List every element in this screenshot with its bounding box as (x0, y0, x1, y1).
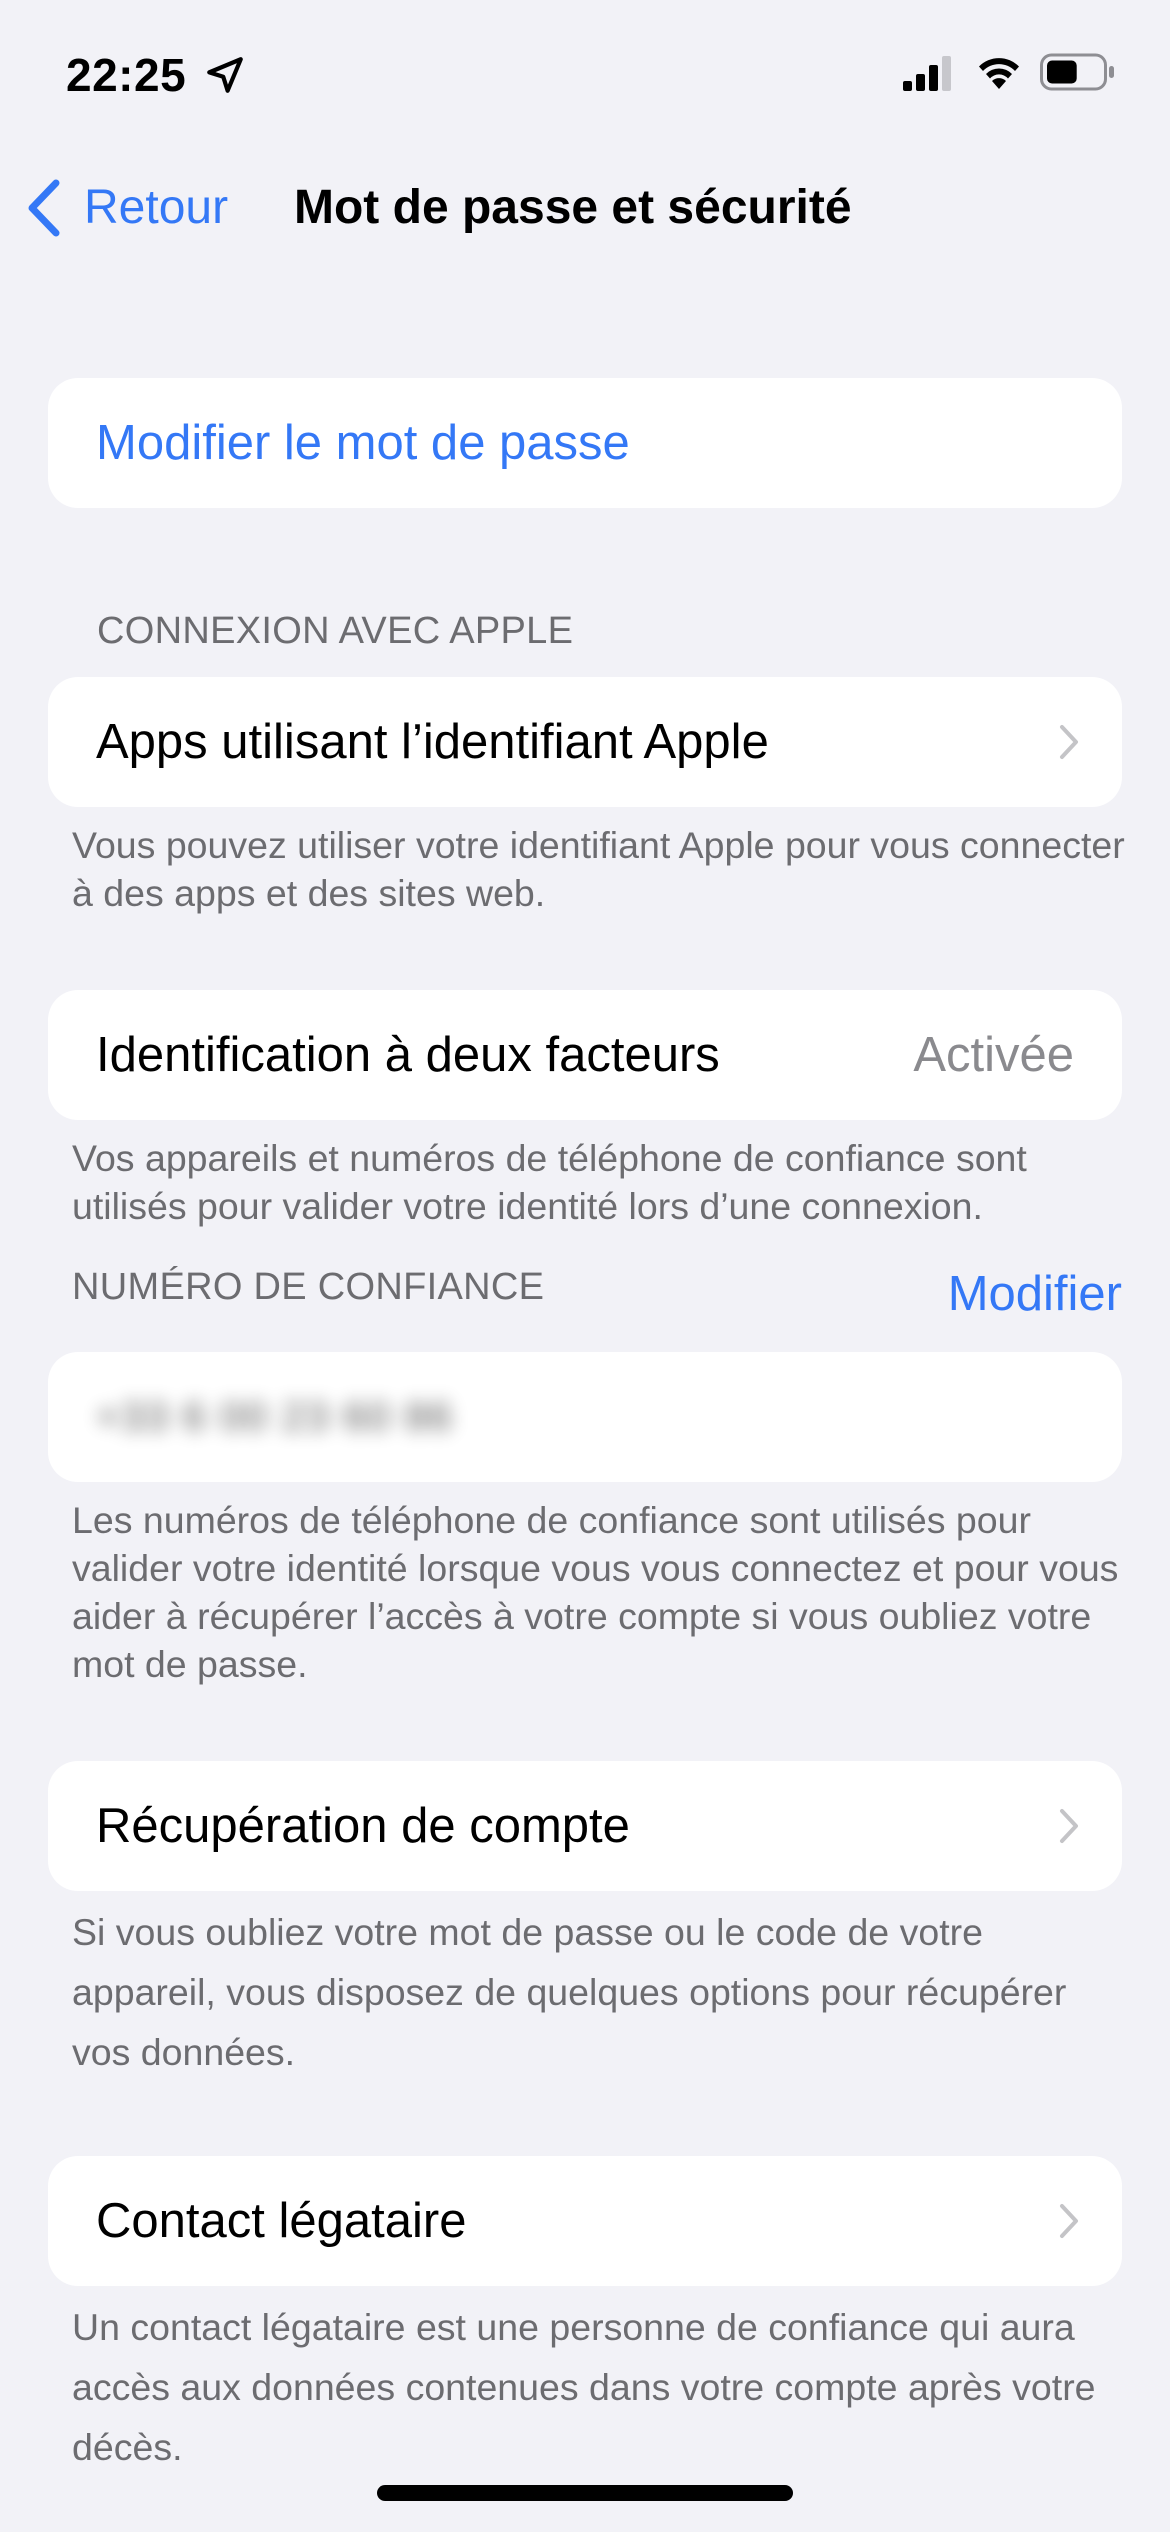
change-password-button[interactable]: Modifier le mot de passe (48, 378, 1122, 508)
account-recovery-label: Récupération de compte (96, 1799, 630, 1853)
page-title: Mot de passe et sécurité (294, 181, 852, 234)
signal-icon (903, 56, 951, 91)
change-password-label: Modifier le mot de passe (96, 416, 630, 470)
section-header-sign-in-with-apple: CONNEXION AVEC APPLE (97, 610, 574, 652)
legacy-contact-label: Contact légataire (96, 2194, 467, 2248)
back-button[interactable]: Retour (24, 168, 228, 248)
home-indicator[interactable] (377, 2485, 793, 2501)
chevron-left-icon (28, 179, 60, 237)
trusted-number-row[interactable]: +33 6 00 23 60 86 (48, 1352, 1122, 1482)
chevron-right-icon (1060, 725, 1078, 759)
chevron-right-icon (1060, 1809, 1078, 1843)
legacy-contact-row[interactable]: Contact légataire (48, 2156, 1122, 2286)
back-label: Retour (84, 181, 229, 234)
edit-trusted-number-button[interactable]: Modifier (948, 1262, 1122, 1326)
account-recovery-row[interactable]: Récupération de compte (48, 1761, 1122, 1891)
status-time: 22:25 (66, 49, 187, 101)
wifi-icon (979, 58, 1019, 89)
trusted-phone-number: +33 6 00 23 60 86 (96, 1394, 454, 1439)
two-factor-footer: Vos appareils et numéros de téléphone de… (72, 1137, 1027, 1227)
location-arrow-icon (207, 57, 243, 93)
apps-using-apple-id-row[interactable]: Apps utilisant l’identifiant Apple (48, 677, 1122, 807)
trusted-number-footer: Les numéros de téléphone de confiance so… (72, 1499, 1119, 1685)
legacy-contact-footer: Un contact légataire est une personne de… (72, 2306, 1096, 2468)
apps-using-apple-id-label: Apps utilisant l’identifiant Apple (96, 715, 769, 769)
sign-in-with-apple-footer: Vous pouvez utiliser votre identifiant A… (72, 824, 1125, 914)
chevron-right-icon (1060, 2204, 1078, 2238)
two-factor-label: Identification à deux facteurs (96, 1028, 720, 1082)
two-factor-row[interactable]: Identification à deux facteurs Activée (48, 990, 1122, 1120)
two-factor-status: Activée (913, 1028, 1074, 1082)
section-header-trusted-number: NUMÉRO DE CONFIANCE (72, 1266, 545, 1308)
battery-icon (1040, 53, 1114, 91)
account-recovery-footer: Si vous oubliez votre mot de passe ou le… (72, 1911, 1067, 2073)
